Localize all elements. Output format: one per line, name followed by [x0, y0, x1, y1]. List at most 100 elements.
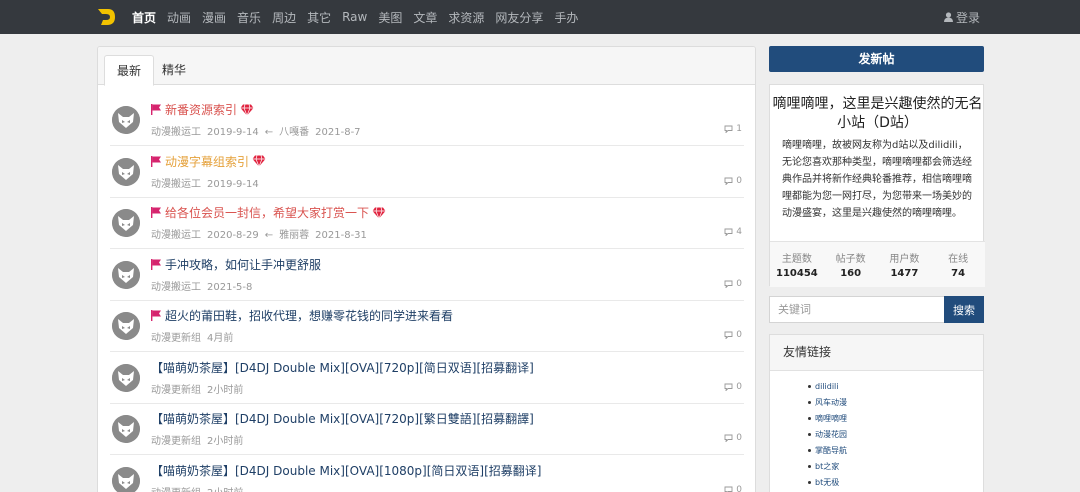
avatar[interactable] — [112, 466, 140, 492]
stat-online: 在线 74 — [931, 242, 985, 287]
thread-date: 2019-9-14 — [207, 127, 259, 138]
nav-item-raw[interactable]: Raw — [342, 10, 367, 24]
thread-row[interactable]: 【喵萌奶茶屋】[D4DJ Double Mix][OVA][1080p][简日双… — [110, 455, 744, 492]
nav-item-merch[interactable]: 周边 — [272, 9, 296, 26]
search-button[interactable]: 搜索 — [944, 296, 984, 323]
comment-icon — [724, 177, 736, 185]
avatar[interactable] — [112, 157, 140, 186]
thread-title[interactable]: 给各位会员一封信，希望大家打赏一下 — [151, 204, 386, 221]
nav-item-anime[interactable]: 动画 — [167, 9, 191, 26]
thread-row[interactable]: 新番资源索引 动漫搬运工 2019-9-14 ← 八嘎番 2021-8-7 1 — [110, 94, 744, 146]
nav-item-manga[interactable]: 漫画 — [202, 9, 226, 26]
thread-title[interactable]: 手冲攻略，如何让手冲更舒服 — [151, 256, 321, 273]
thread-meta: 动漫更新组 2小时前 — [151, 381, 249, 396]
thread-title[interactable]: 【喵萌奶茶屋】[D4DJ Double Mix][OVA][720p][简日双语… — [151, 359, 534, 376]
last-reply-date: 2021-8-31 — [315, 230, 367, 241]
reply-count-value: 4 — [736, 227, 742, 237]
site-intro-text: 嘀哩嘀哩，故被网友称为d站以及dilidili，无论您喜欢那种类型，嘀哩嘀哩都会… — [782, 140, 972, 219]
thread-title-text[interactable]: 【喵萌奶茶屋】[D4DJ Double Mix][OVA][1080p][简日双… — [151, 462, 541, 479]
friend-links-list: dilidili 风车动漫 嘀哩嘀哩 动漫花园 掌酷导航 bt之家 bt无极 — [770, 371, 983, 491]
login-link[interactable]: 登录 — [943, 0, 980, 34]
thread-title-text[interactable]: 【喵萌奶茶屋】[D4DJ Double Mix][OVA][720p][繁日雙語… — [151, 410, 534, 427]
nav-item-figures[interactable]: 手办 — [554, 9, 578, 26]
thread-title[interactable]: 新番资源索引 — [151, 101, 254, 118]
reply-count: 0 — [724, 382, 742, 392]
last-reply-arrow: ← — [264, 127, 274, 138]
stat-label: 用户数 — [889, 254, 920, 265]
nav-item-articles[interactable]: 文章 — [413, 9, 437, 26]
thread-row[interactable]: 动漫字幕组索引 动漫搬运工 2019-9-14 0 — [110, 146, 744, 198]
stat-topics: 主题数 110454 — [770, 242, 824, 287]
nav-item-user-shares[interactable]: 网友分享 — [495, 9, 543, 26]
tab-latest[interactable]: 最新 — [104, 55, 155, 86]
stat-value: 1477 — [890, 268, 919, 279]
thread-row[interactable]: 给各位会员一封信，希望大家打赏一下动漫搬运工 2020-8-29 ← 雅丽蓉 2021-… — [110, 197, 744, 249]
friend-link[interactable]: 风车动漫 — [770, 395, 983, 411]
thread-author[interactable]: 动漫更新组 — [151, 488, 201, 492]
friend-link[interactable]: 嘀哩嘀哩 — [770, 411, 983, 427]
thread-author[interactable]: 动漫搬运工 — [151, 127, 201, 138]
search-form: 搜索 — [769, 296, 984, 323]
login-label: 登录 — [955, 10, 980, 25]
thread-date: 2020-8-29 — [207, 230, 259, 241]
site-logo-icon[interactable] — [96, 6, 116, 28]
friend-link[interactable]: bt之家 — [770, 459, 983, 475]
avatar[interactable] — [112, 260, 140, 289]
friend-link[interactable]: 掌酷导航 — [770, 443, 983, 459]
thread-author[interactable]: 动漫搬运工 — [151, 282, 201, 293]
friend-link[interactable]: bt无极 — [770, 475, 983, 491]
last-reply-user[interactable]: 八嘎番 — [279, 127, 309, 138]
search-input[interactable] — [769, 296, 945, 323]
friend-links-title: 友情链接 — [770, 335, 983, 371]
thread-title-text[interactable]: 给各位会员一封信，希望大家打赏一下 — [165, 204, 369, 221]
comment-icon — [724, 125, 736, 133]
thread-title[interactable]: 【喵萌奶茶屋】[D4DJ Double Mix][OVA][1080p][简日双… — [151, 462, 541, 479]
thread-title-text[interactable]: 超火的莆田鞋，招收代理，想赚零花钱的同学进来看看 — [165, 307, 453, 324]
nav-item-music[interactable]: 音乐 — [237, 9, 261, 26]
new-post-button[interactable]: 发新帖 — [769, 46, 984, 72]
thread-title-text[interactable]: 动漫字幕组索引 — [165, 153, 249, 170]
thread-author[interactable]: 动漫更新组 — [151, 385, 201, 396]
nav-item-home[interactable]: 首页 — [132, 9, 156, 26]
friend-link[interactable]: dilidili — [770, 379, 983, 395]
thread-row[interactable]: 【喵萌奶茶屋】[D4DJ Double Mix][OVA][720p][简日双语… — [110, 352, 744, 404]
thread-title-text[interactable]: 新番资源索引 — [165, 101, 237, 118]
stat-users: 用户数 1477 — [878, 242, 932, 287]
avatar[interactable] — [112, 312, 140, 340]
thread-date: 2小时前 — [207, 488, 243, 492]
thread-meta: 动漫搬运工 2019-9-14 — [151, 175, 265, 190]
nav-item-pictures[interactable]: 美图 — [378, 9, 402, 26]
thread-row[interactable]: 手冲攻略，如何让手冲更舒服动漫搬运工 2021-5-8 0 — [110, 249, 744, 301]
stat-label: 主题数 — [781, 254, 812, 265]
thread-title-text[interactable]: 【喵萌奶茶屋】[D4DJ Double Mix][OVA][720p][简日双语… — [151, 359, 534, 376]
thread-title[interactable]: 动漫字幕组索引 — [151, 153, 266, 170]
nav-item-requests[interactable]: 求资源 — [448, 9, 484, 26]
thread-author[interactable]: 动漫搬运工 — [151, 179, 201, 190]
comment-icon — [724, 434, 736, 442]
last-reply-arrow: ← — [264, 230, 274, 241]
thread-title[interactable]: 超火的莆田鞋，招收代理，想赚零花钱的同学进来看看 — [151, 307, 453, 324]
last-reply-user[interactable]: 雅丽蓉 — [279, 230, 309, 241]
comment-icon — [724, 280, 736, 288]
reply-count: 0 — [724, 279, 742, 289]
thread-title[interactable]: 【喵萌奶茶屋】[D4DJ Double Mix][OVA][720p][繁日雙語… — [151, 410, 534, 427]
user-icon — [943, 12, 953, 22]
thread-author[interactable]: 动漫搬运工 — [151, 230, 201, 241]
avatar[interactable] — [112, 106, 140, 134]
thread-row[interactable]: 【喵萌奶茶屋】[D4DJ Double Mix][OVA][720p][繁日雙語… — [110, 403, 744, 455]
thread-meta: 动漫搬运工 2021-5-8 — [151, 278, 258, 293]
diamond-icon — [372, 206, 386, 219]
nav-item-other[interactable]: 其它 — [307, 9, 331, 26]
thread-title-text[interactable]: 手冲攻略，如何让手冲更舒服 — [165, 256, 321, 273]
thread-row[interactable]: 超火的莆田鞋，招收代理，想赚零花钱的同学进来看看 动漫更新组 4月前 0 — [110, 300, 744, 352]
avatar[interactable] — [112, 363, 140, 392]
thread-author[interactable]: 动漫更新组 — [151, 333, 201, 344]
avatar[interactable] — [112, 415, 140, 443]
reply-count: 0 — [724, 485, 742, 492]
reply-count-value: 0 — [736, 484, 742, 492]
sticky-flag-icon — [151, 310, 161, 321]
avatar[interactable] — [112, 209, 140, 237]
thread-author[interactable]: 动漫更新组 — [151, 436, 201, 447]
tab-featured[interactable]: 精华 — [150, 55, 198, 86]
friend-link[interactable]: 动漫花园 — [770, 427, 983, 443]
